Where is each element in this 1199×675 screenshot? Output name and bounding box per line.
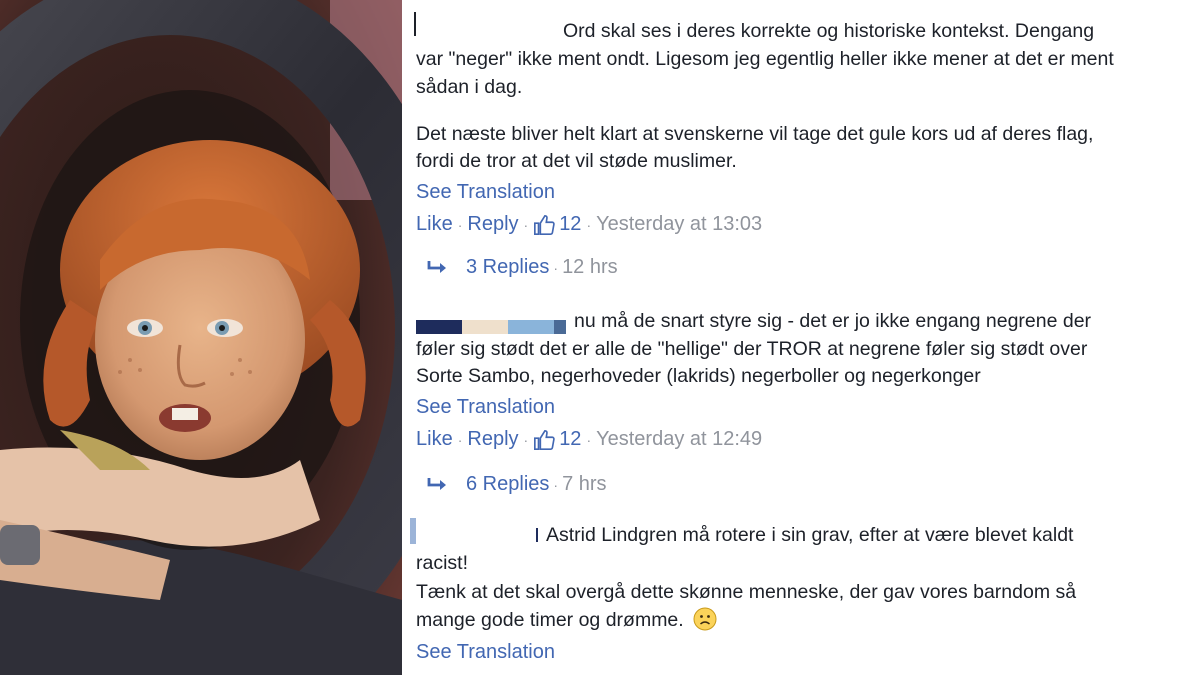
comments-panel: Ord skal ses i deres korrekte og histori…: [408, 0, 1199, 675]
separator-dot: ·: [553, 476, 559, 493]
comment-3-line-2: racist!: [416, 552, 469, 574]
separator-dot: ·: [457, 431, 463, 448]
photo-girl-in-barrel: [0, 0, 402, 675]
reply-arrow-icon: [427, 477, 446, 490]
comment-2-line-1: nu må de snart styre sig - det er jo ikk…: [574, 310, 1092, 332]
comment-3-line-1: Astrid Lindgren må rotere i sin grav, ef…: [546, 524, 1074, 546]
comment-1-replies-link[interactable]: 3 Replies · 12 hrs: [426, 256, 618, 279]
separator-dot: ·: [553, 259, 559, 276]
redacted-name-block: [416, 320, 462, 334]
separator-dot: ·: [523, 216, 529, 233]
comment-2-reply-link[interactable]: Reply: [467, 428, 518, 451]
comment-2-timestamp[interactable]: Yesterday at 12:49: [596, 428, 762, 451]
redacted-name-block: [508, 320, 554, 334]
comment-2-actions: Like · Reply · 12 · Yesterday at 12:49: [416, 428, 762, 451]
thumbs-up-icon[interactable]: [533, 429, 555, 451]
comment-1-line-4: Det næste bliver helt klart at svenskern…: [416, 123, 1094, 145]
comment-3-line-4-text: mange gode timer og drømme.: [416, 609, 684, 631]
comment-3-line-4: mange gode timer og drømme.: [416, 607, 717, 633]
comment-1-replies-age: 12 hrs: [562, 256, 618, 278]
comment-2-see-translation-link[interactable]: See Translation: [416, 396, 555, 419]
comment-2-replies-age: 7 hrs: [562, 473, 607, 495]
comment-1-line-2: var "neger" ikke ment ondt. Ligesom jeg …: [416, 48, 1114, 70]
comment-1-like-link[interactable]: Like: [416, 213, 453, 236]
comment-2-replies-link[interactable]: 6 Replies · 7 hrs: [426, 473, 607, 496]
comment-2-replies-count[interactable]: 6 Replies: [466, 473, 549, 496]
frown-emoji-icon: [693, 607, 717, 631]
separator-dot: ·: [523, 431, 529, 448]
comment-1-like-count[interactable]: 12: [559, 213, 581, 236]
photo-panel: [0, 0, 402, 675]
comment-1-line-1: Ord skal ses i deres korrekte og histori…: [563, 20, 1095, 42]
comment-2-line-2: føler sig stødt det er alle de "hellige"…: [416, 338, 1088, 360]
comment-1-line-5: fordi de tror at det vil støde muslimer.: [416, 150, 737, 172]
comment-1-actions: Like · Reply · 12 · Yesterday at 13:03: [416, 213, 762, 236]
comment-2-like-count[interactable]: 12: [559, 428, 581, 451]
comment-3-see-translation-link[interactable]: See Translation: [416, 641, 555, 664]
redacted-name-block: [554, 320, 566, 334]
comment-1-reply-link[interactable]: Reply: [467, 213, 518, 236]
comment-3-line-3: Tænk at det skal overgå dette skønne men…: [416, 581, 1077, 603]
text-cursor: [414, 12, 416, 36]
reply-arrow-icon: [427, 260, 446, 273]
comment-2-line-3: Sorte Sambo, negerhoveder (lakrids) nege…: [416, 365, 981, 387]
comment-1-replies-count[interactable]: 3 Replies: [466, 256, 549, 279]
comment-1-line-3: sådan i dag.: [416, 76, 523, 98]
separator-dot: ·: [586, 216, 592, 233]
separator-dot: ·: [586, 431, 592, 448]
redacted-name-mark: [410, 518, 416, 544]
comment-2-like-link[interactable]: Like: [416, 428, 453, 451]
separator-dot: ·: [457, 216, 463, 233]
thumbs-up-icon[interactable]: [533, 214, 555, 236]
comment-1-see-translation-link[interactable]: See Translation: [416, 181, 555, 204]
redacted-name-block: [536, 528, 538, 542]
redacted-name-block: [462, 320, 508, 334]
comment-1-timestamp[interactable]: Yesterday at 13:03: [596, 213, 762, 236]
